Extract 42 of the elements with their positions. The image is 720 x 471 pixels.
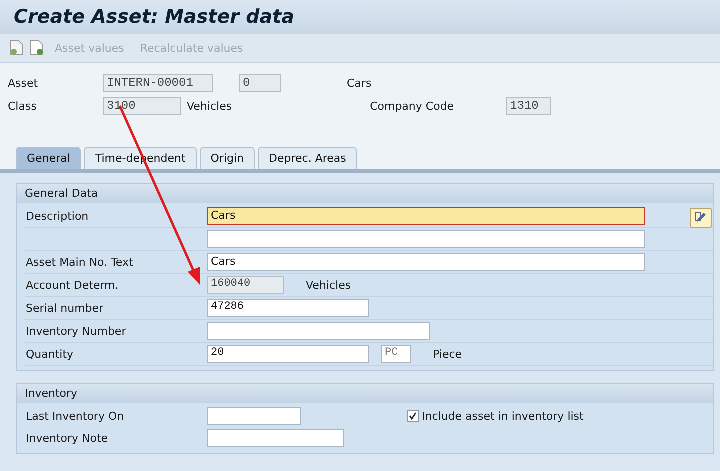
asset-description: Cars [347, 76, 372, 90]
tab[interactable]: Deprec. Areas [258, 147, 358, 169]
field-label: Class [8, 100, 38, 112]
checkbox[interactable] [407, 410, 419, 422]
new-document-icon[interactable] [30, 40, 44, 56]
input-field[interactable] [207, 429, 344, 447]
field-description: Vehicles [306, 278, 352, 292]
input-field[interactable] [207, 322, 430, 340]
field-label: Asset Main No. Text [25, 256, 134, 268]
input-field[interactable]: Cars [207, 207, 645, 225]
field-label: Last Inventory On [25, 410, 126, 422]
field-label: Inventory Number [25, 324, 128, 338]
input-field[interactable]: Cars [207, 253, 645, 271]
input-field[interactable]: 20 [207, 345, 369, 363]
check-icon [409, 412, 417, 420]
group-title: General Data [17, 184, 713, 203]
field-label: Quantity [25, 348, 75, 360]
field-description: Piece [433, 348, 462, 360]
edit-icon-button[interactable] [690, 208, 712, 228]
class-field[interactable]: 3100 [103, 97, 181, 115]
tab[interactable]: Origin [200, 147, 256, 169]
group-title: Inventory [17, 384, 713, 403]
input-field[interactable] [207, 407, 301, 425]
edit-icon [694, 211, 708, 225]
input-field[interactable]: 47286 [207, 299, 369, 317]
field-label: Asset [8, 76, 40, 90]
unit-field[interactable]: PC [381, 345, 411, 363]
class-description: Vehicles [187, 100, 232, 112]
input-field[interactable] [207, 230, 645, 248]
sub-number-field[interactable]: 0 [239, 74, 281, 92]
window-title: Create Asset: Master data [14, 6, 294, 28]
field-label: Inventory Note [25, 432, 110, 444]
company-code-field[interactable]: 1310 [506, 97, 552, 115]
checkbox-label: Include asset in inventory list [422, 410, 584, 422]
tab[interactable]: General [16, 147, 82, 169]
field-label: Description [25, 210, 90, 222]
field-label: Serial number [25, 302, 105, 314]
field-label: Company Code [370, 100, 456, 112]
asset-number-field[interactable]: INTERN-00001 [103, 74, 213, 92]
field-label: Account Determ. [25, 278, 120, 292]
document-icon[interactable] [10, 40, 24, 56]
input-field[interactable]: 160040 [207, 276, 284, 294]
